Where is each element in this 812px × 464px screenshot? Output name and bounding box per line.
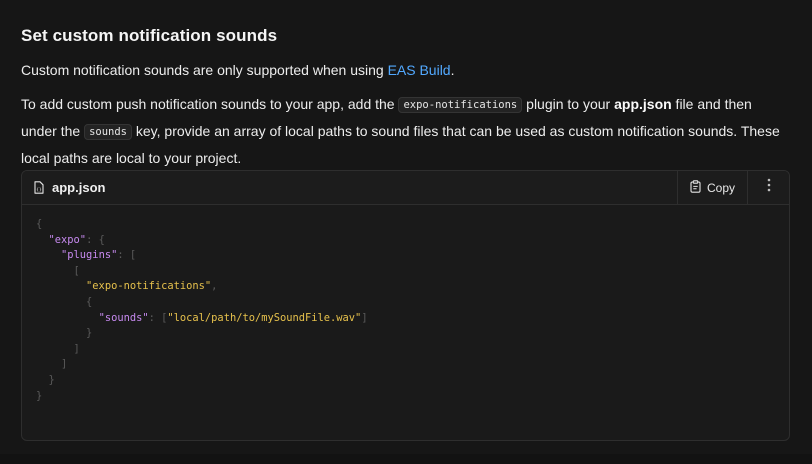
code-block: {} app.json Copy {"expo": {"plugins": … — [21, 170, 790, 441]
para-text-1: To add custom push notification sounds t… — [21, 96, 399, 112]
code-line: } — [36, 373, 368, 389]
page-bottom-strip — [0, 454, 812, 464]
json-punctuation: : { — [86, 233, 105, 246]
clipboard-icon — [690, 179, 701, 196]
code-line: } — [36, 389, 368, 405]
intro-end: . — [450, 62, 455, 78]
json-punctuation: [ — [73, 264, 80, 277]
json-punctuation: } — [86, 327, 93, 340]
inline-code-sounds: sounds — [84, 124, 132, 140]
json-key: "plugins" — [61, 249, 118, 262]
code-line: ] — [36, 357, 368, 373]
intro-text: Custom notification sounds are only supp… — [21, 62, 388, 78]
code-line: [ — [36, 264, 368, 280]
json-punctuation: ] — [61, 358, 68, 371]
code-line: { — [36, 295, 368, 311]
inline-code-expo-notifications: expo-notifications — [398, 97, 523, 113]
more-vertical-icon — [767, 178, 771, 197]
json-string: "expo-notifications" — [86, 280, 212, 293]
para-text-4: key, provide an array of local paths to … — [21, 123, 780, 166]
json-key: "expo" — [48, 233, 87, 246]
bold-app-json: app.json — [614, 96, 672, 112]
code-line: "expo-notifications", — [36, 279, 368, 295]
code-line: ] — [36, 342, 368, 358]
code-line: "expo": { — [36, 233, 368, 249]
svg-text:{}: {} — [36, 187, 42, 193]
json-punctuation: , — [211, 280, 218, 293]
json-file-icon: {} — [33, 181, 45, 194]
code-filename: app.json — [52, 180, 106, 195]
json-punctuation: } — [48, 373, 55, 386]
code-content: { "expo": { "plugins": [ [ "expo-notific… — [36, 217, 368, 404]
eas-build-link[interactable]: EAS Build — [388, 62, 451, 78]
section-title: Set custom notification sounds — [21, 26, 278, 45]
code-line: "plugins": [ — [36, 248, 368, 264]
json-punctuation: { — [36, 218, 43, 230]
code-line: "sounds": ["local/path/to/mySoundFile.wa… — [36, 311, 368, 327]
code-line: } — [36, 326, 368, 342]
json-punctuation: ] — [361, 311, 368, 324]
intro-paragraph: Custom notification sounds are only supp… — [21, 60, 455, 80]
json-punctuation: : [ — [148, 311, 168, 324]
json-punctuation: : [ — [117, 249, 137, 262]
instructions-paragraph: To add custom push notification sounds t… — [21, 92, 791, 171]
copy-button[interactable]: Copy — [677, 171, 748, 204]
para-text-2: plugin to your — [522, 96, 615, 112]
code-line: { — [36, 217, 368, 233]
json-punctuation: } — [36, 389, 43, 402]
code-block-header: {} app.json Copy — [22, 171, 789, 205]
copy-label: Copy — [706, 180, 735, 195]
json-punctuation: ] — [73, 342, 80, 355]
json-punctuation: { — [86, 295, 93, 308]
json-key: "sounds" — [98, 311, 149, 324]
json-string: "local/path/to/mySoundFile.wav" — [167, 311, 362, 324]
more-options-button[interactable] — [748, 171, 789, 204]
